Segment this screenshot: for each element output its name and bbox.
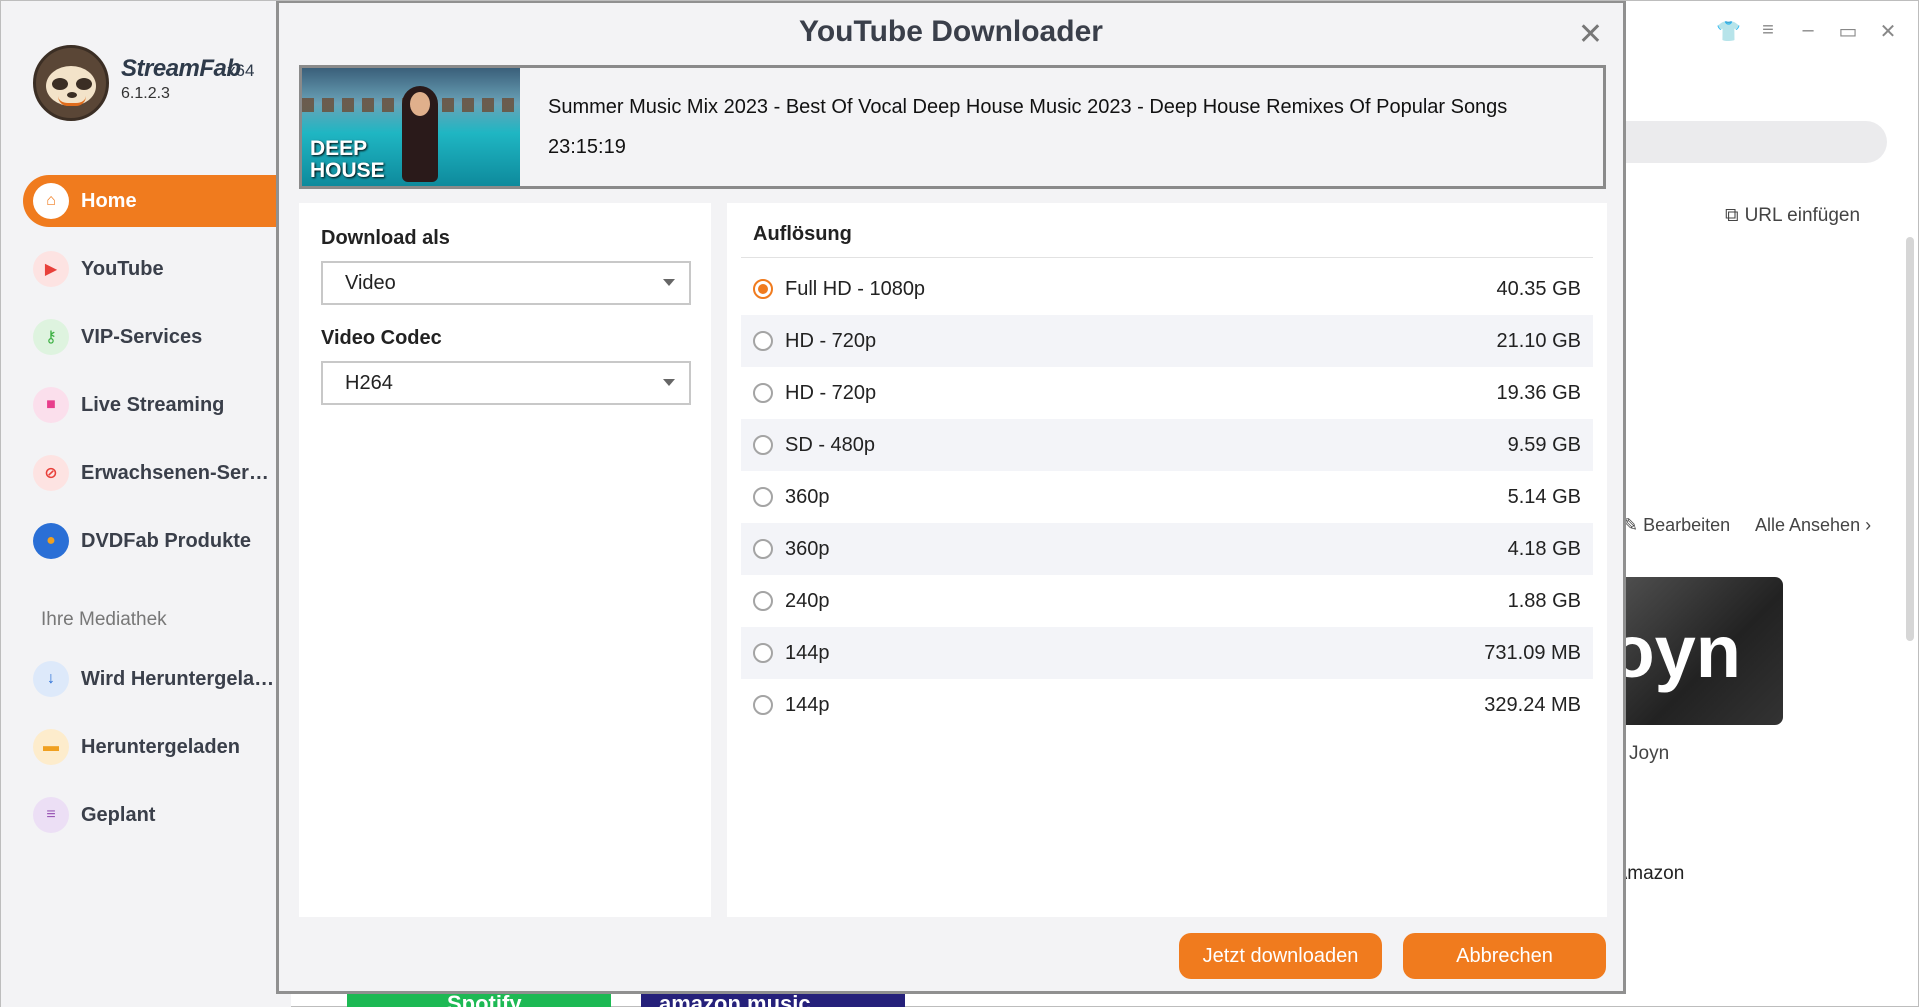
resolution-option[interactable]: 240p 1.88 GB	[741, 575, 1593, 627]
search-input[interactable]	[1601, 121, 1887, 163]
edit-link[interactable]: ✎ Bearbeiten	[1623, 515, 1730, 536]
download-now-button[interactable]: Jetzt downloaden	[1179, 933, 1382, 979]
radio-button[interactable]	[753, 487, 773, 507]
camera-icon: ■	[33, 387, 69, 423]
sidebar-item-downloading[interactable]: ↓ Wird Heruntergela…	[23, 653, 291, 705]
close-icon[interactable]: ✕	[1578, 17, 1603, 52]
app-window: StreamFab x64 6.1.2.3 ⌂ Home ▶ YouTube ⚷…	[0, 0, 1919, 1007]
sidebar-item-scheduled[interactable]: ≡ Geplant	[23, 789, 291, 841]
shirt-icon[interactable]: 👕	[1716, 19, 1741, 44]
dvdfab-icon: ●	[33, 523, 69, 559]
radio-button[interactable]	[753, 695, 773, 715]
chevron-down-icon	[663, 279, 675, 286]
copy-icon: ⧉	[1725, 205, 1739, 226]
chevron-right-icon: ›	[1865, 515, 1872, 535]
sidebar-item-home[interactable]: ⌂ Home	[23, 175, 291, 227]
youtube-downloader-dialog: YouTube Downloader ✕ DEEP HOUSE Summer M…	[276, 1, 1626, 994]
minimize-icon[interactable]: –	[1796, 19, 1820, 44]
radio-button[interactable]	[753, 383, 773, 403]
resolution-option[interactable]: Full HD - 1080p 40.35 GB	[741, 263, 1593, 315]
folder-icon: ▬	[33, 729, 69, 765]
app-version: 6.1.2.3	[121, 85, 170, 102]
radio-button[interactable]	[753, 591, 773, 611]
window-close-icon[interactable]: ✕	[1876, 19, 1900, 44]
list-icon: ≡	[33, 797, 69, 833]
video-codec-label: Video Codec	[321, 327, 442, 349]
sidebar-item-label: Wird Heruntergela…	[81, 667, 275, 690]
radio-button[interactable]	[753, 539, 773, 559]
download-as-label: Download als	[321, 227, 450, 249]
url-insert-button[interactable]: ⧉ URL einfügen	[1725, 205, 1860, 227]
sidebar-item-label: Heruntergeladen	[81, 735, 240, 758]
window-controls: 👕 ≡ – ▭ ✕	[1716, 19, 1900, 44]
video-info-card: DEEP HOUSE Summer Music Mix 2023 - Best …	[299, 65, 1606, 189]
sidebar-item-youtube[interactable]: ▶ YouTube	[23, 243, 291, 295]
sidebar-item-label: YouTube	[81, 257, 164, 280]
sidebar-item-label: Geplant	[81, 803, 156, 826]
resolution-option[interactable]: HD - 720p 19.36 GB	[741, 367, 1593, 419]
resolution-option[interactable]: 360p 5.14 GB	[741, 471, 1593, 523]
joyn-label: Joyn	[1629, 743, 1670, 764]
radio-selected[interactable]	[753, 279, 773, 299]
radio-button[interactable]	[753, 435, 773, 455]
divider	[741, 257, 1593, 258]
chevron-down-icon	[663, 379, 675, 386]
video-title: Summer Music Mix 2023 - Best Of Vocal De…	[548, 96, 1508, 118]
sidebar-item-live-streaming[interactable]: ■ Live Streaming	[23, 379, 291, 431]
sidebar-item-dvdfab-products[interactable]: ● DVDFab Produkte	[23, 515, 291, 567]
cancel-button[interactable]: Abbrechen	[1403, 933, 1606, 979]
video-codec-select[interactable]: H264	[321, 361, 691, 405]
scrollbar[interactable]	[1906, 237, 1914, 641]
download-as-select[interactable]: Video	[321, 261, 691, 305]
adult-icon: ⊘	[33, 455, 69, 491]
resolution-panel: Auflösung Full HD - 1080p 40.35 GB HD - …	[727, 203, 1607, 917]
video-thumbnail: DEEP HOUSE	[302, 68, 520, 186]
streamfab-logo	[33, 45, 109, 121]
view-all-link[interactable]: Alle Ansehen ›	[1755, 515, 1871, 536]
resolution-option[interactable]: 144p 731.09 MB	[741, 627, 1593, 679]
download-arrow-icon: ↓	[33, 661, 69, 697]
maximize-icon[interactable]: ▭	[1836, 19, 1860, 44]
brand-suffix: x64	[227, 61, 255, 80]
sidebar-item-label: VIP-Services	[81, 325, 203, 348]
radio-button[interactable]	[753, 643, 773, 663]
sidebar-item-label: Live Streaming	[81, 393, 225, 416]
sidebar-item-vip-services[interactable]: ⚷ VIP-Services	[23, 311, 291, 363]
menu-icon[interactable]: ≡	[1756, 19, 1780, 44]
dialog-title: YouTube Downloader	[799, 15, 1103, 48]
resolution-option[interactable]: SD - 480p 9.59 GB	[741, 419, 1593, 471]
sidebar-item-label: DVDFab Produkte	[81, 529, 252, 552]
resolution-header: Auflösung	[753, 223, 852, 245]
resolution-option[interactable]: 360p 4.18 GB	[741, 523, 1593, 575]
key-icon: ⚷	[33, 319, 69, 355]
resolution-option[interactable]: 144p 329.24 MB	[741, 679, 1593, 731]
sidebar-item-downloaded[interactable]: ▬ Heruntergeladen	[23, 721, 291, 773]
resolution-option[interactable]: HD - 720p 21.10 GB	[741, 315, 1593, 367]
video-duration: 23:15:19	[548, 136, 626, 158]
sidebar-item-adult-services[interactable]: ⊘ Erwachsenen-Ser…	[23, 447, 291, 499]
library-section-label: Ihre Mediathek	[41, 609, 167, 630]
sidebar-item-label: Home	[81, 189, 137, 212]
sidebar-item-label: Erwachsenen-Ser…	[81, 461, 269, 484]
home-icon: ⌂	[33, 183, 69, 219]
radio-button[interactable]	[753, 331, 773, 351]
brand-name: StreamFab	[121, 55, 241, 82]
youtube-icon: ▶	[33, 251, 69, 287]
options-panel: Download als Video Video Codec H264	[299, 203, 711, 917]
sidebar: StreamFab x64 6.1.2.3 ⌂ Home ▶ YouTube ⚷…	[1, 1, 291, 1007]
